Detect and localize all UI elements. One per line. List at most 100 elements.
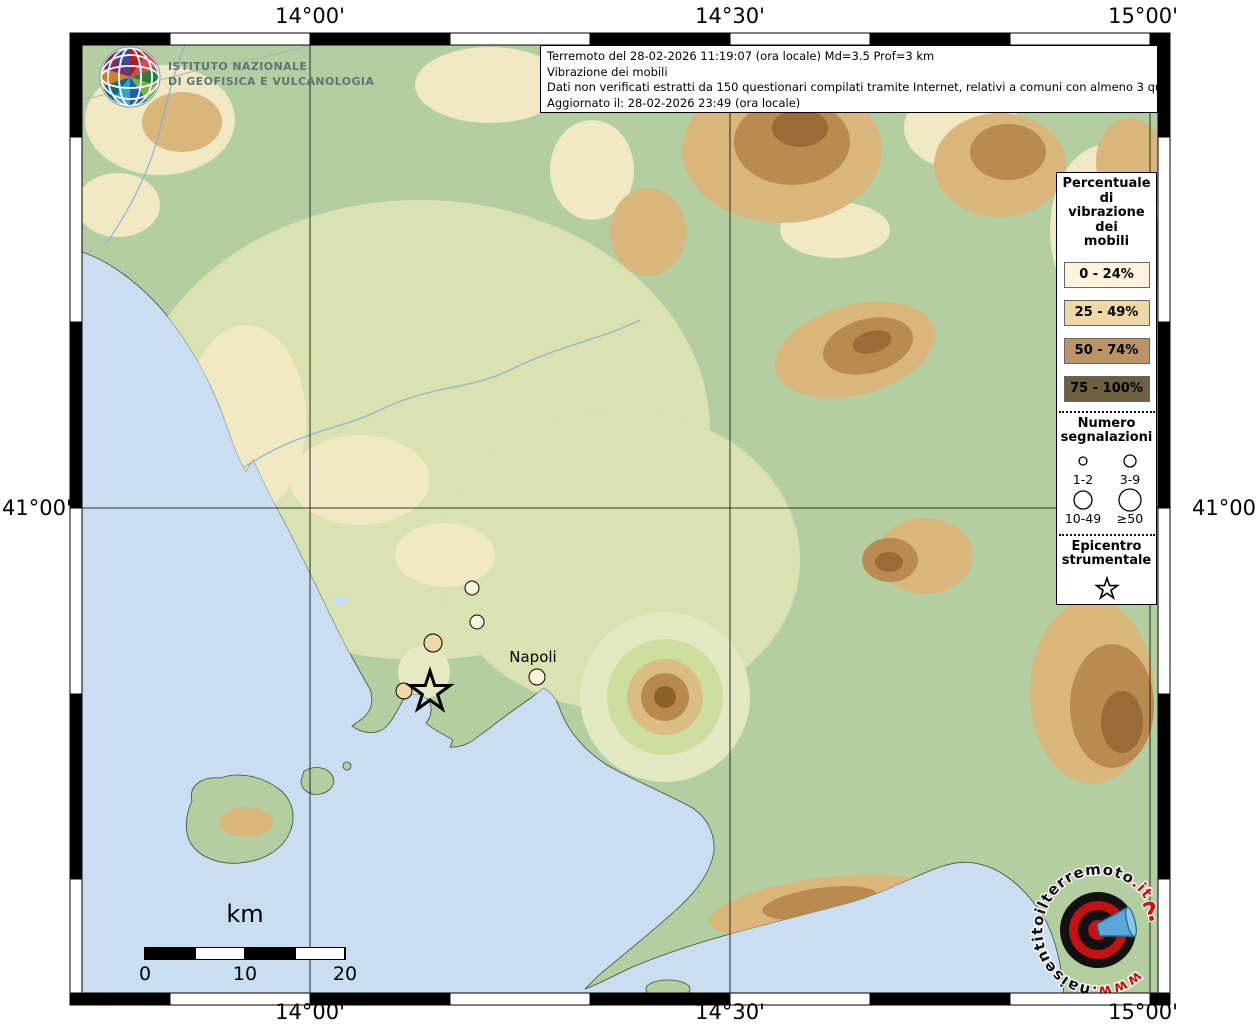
vesuvius bbox=[580, 612, 750, 782]
scale-segment bbox=[245, 948, 295, 959]
frame-segment bbox=[1158, 322, 1170, 508]
island-procida bbox=[301, 768, 334, 795]
size-item-50plus: ≥50 bbox=[1107, 488, 1154, 525]
map-figure: www.haisentitoilterremoto.it ? 14°00' 14… bbox=[0, 0, 1258, 1024]
frame-segment bbox=[1158, 137, 1170, 322]
ingv-logo-icon bbox=[100, 47, 160, 107]
institute-name: ISTITUTO NAZIONALE DI GEOFISICA E VULCAN… bbox=[168, 59, 374, 89]
size-item-3-9: 3-9 bbox=[1107, 449, 1154, 486]
city-label-napoli: Napoli bbox=[509, 648, 556, 666]
axis-label-lon: 14°30' bbox=[695, 4, 765, 28]
swatch-label: 50 - 74% bbox=[1075, 343, 1139, 358]
scale-tick: 0 bbox=[139, 963, 151, 985]
size-label: ≥50 bbox=[1117, 512, 1143, 525]
legend-swatch-75-100: 75 - 100% bbox=[1064, 376, 1150, 402]
event-updated: Aggiornato il: 28-02-2026 23:49 (ora loc… bbox=[547, 96, 1151, 112]
frame-segment bbox=[1158, 879, 1170, 993]
axis-label-lon: 15°00' bbox=[1108, 1000, 1178, 1024]
size-circle-icon bbox=[1070, 488, 1096, 512]
legend-title-line: strumentale bbox=[1062, 554, 1152, 569]
frame-segment bbox=[70, 879, 82, 993]
report-marker bbox=[470, 615, 484, 629]
institute-line1: ISTITUTO NAZIONALE bbox=[168, 59, 374, 74]
scale-segment bbox=[195, 948, 245, 959]
legend-title-line: segnalazioni bbox=[1061, 431, 1153, 446]
frame-segment bbox=[70, 508, 82, 694]
axis-label-lon: 14°00' bbox=[275, 1000, 345, 1024]
frame-segment bbox=[870, 33, 1010, 45]
legend-title-line: vibrazione bbox=[1062, 206, 1150, 221]
legend-title-line: Percentuale bbox=[1062, 177, 1150, 192]
legend-epicenter-title: Epicentro strumentale bbox=[1062, 540, 1152, 569]
frame-segment bbox=[590, 33, 730, 45]
epicenter-star-glyph bbox=[1096, 578, 1117, 598]
legend-separator bbox=[1059, 534, 1155, 536]
size-item-1-2: 1-2 bbox=[1060, 449, 1107, 486]
scale-tick: 20 bbox=[333, 963, 357, 985]
size-label: 1-2 bbox=[1073, 473, 1093, 486]
legend-title-line: Numero bbox=[1061, 417, 1153, 432]
size-circle-icon bbox=[1117, 488, 1143, 512]
frame-segment bbox=[70, 694, 82, 879]
frame-segment bbox=[450, 993, 590, 1005]
legend-swatch-0-24: 0 - 24% bbox=[1064, 262, 1150, 288]
legend-panel: Percentuale di vibrazione dei mobili 0 -… bbox=[1056, 172, 1157, 605]
report-marker bbox=[424, 634, 442, 652]
frame-segment bbox=[70, 993, 82, 1005]
legend-swatch-50-74: 50 - 74% bbox=[1064, 338, 1150, 364]
event-info-box: Terremoto del 28-02-2026 11:19:07 (ora l… bbox=[540, 45, 1158, 113]
size-circle-icon bbox=[1117, 449, 1143, 473]
legend-title-line: Epicentro bbox=[1062, 540, 1152, 555]
frame-segment bbox=[1010, 33, 1150, 45]
scale-segment bbox=[145, 948, 195, 959]
frame-segment bbox=[1158, 33, 1170, 45]
event-disclaimer: Dati non verificati estratti da 150 ques… bbox=[547, 80, 1151, 96]
frame-segment bbox=[170, 33, 310, 45]
frame-segment bbox=[310, 33, 450, 45]
size-label: 10-49 bbox=[1065, 512, 1101, 525]
axis-label-lon: 14°30' bbox=[695, 1000, 765, 1024]
axis-label-lat: 41°00' bbox=[1192, 496, 1258, 520]
report-size-key: 1-2 3-9 10-49 ≥50 bbox=[1060, 449, 1154, 525]
size-item-10-49: 10-49 bbox=[1060, 488, 1107, 525]
scale-unit-label: km bbox=[205, 900, 285, 928]
legend-title-line: mobili bbox=[1062, 235, 1150, 250]
frame-segment bbox=[1158, 508, 1170, 694]
swatch-label: 0 - 24% bbox=[1079, 267, 1134, 282]
event-title: Terremoto del 28-02-2026 11:19:07 (ora l… bbox=[547, 49, 1151, 65]
frame-segment bbox=[730, 33, 870, 45]
swatch-label: 75 - 100% bbox=[1070, 381, 1143, 396]
frame-segment bbox=[82, 993, 170, 1005]
legend-reports-title: Numero segnalazioni bbox=[1061, 417, 1153, 446]
frame-segment bbox=[70, 322, 82, 508]
frame-segment bbox=[70, 33, 82, 45]
report-marker bbox=[529, 669, 545, 685]
epicenter-star-icon bbox=[1090, 574, 1124, 604]
size-circle-icon bbox=[1070, 449, 1096, 473]
size-label: 3-9 bbox=[1120, 473, 1140, 486]
frame-segment bbox=[70, 137, 82, 322]
axis-label-lon: 15°00' bbox=[1108, 4, 1178, 28]
event-question: Vibrazione dei mobili bbox=[547, 65, 1151, 81]
legend-separator bbox=[1059, 411, 1155, 413]
frame-segment bbox=[70, 45, 82, 137]
axis-label-lat: 41°00' bbox=[2, 496, 64, 520]
legend-swatch-25-49: 25 - 49% bbox=[1064, 300, 1150, 326]
legend-title-line: dei bbox=[1062, 221, 1150, 236]
frame-segment bbox=[1158, 694, 1170, 879]
legend-percent-title: Percentuale di vibrazione dei mobili bbox=[1062, 177, 1150, 250]
legend-title-line: di bbox=[1062, 192, 1150, 207]
frame-segment bbox=[1158, 45, 1170, 137]
scale-segment bbox=[295, 948, 345, 959]
lake bbox=[332, 596, 348, 606]
report-marker bbox=[465, 581, 479, 595]
frame-segment bbox=[870, 993, 1010, 1005]
frame-segment bbox=[82, 33, 170, 45]
axis-label-lon: 14°00' bbox=[275, 4, 345, 28]
scale-tick: 10 bbox=[233, 963, 257, 985]
institute-line2: DI GEOFISICA E VULCANOLOGIA bbox=[168, 74, 374, 89]
scale-bar bbox=[144, 947, 346, 960]
frame-segment bbox=[1150, 33, 1158, 45]
frame-segment bbox=[450, 33, 590, 45]
swatch-label: 25 - 49% bbox=[1075, 305, 1139, 320]
